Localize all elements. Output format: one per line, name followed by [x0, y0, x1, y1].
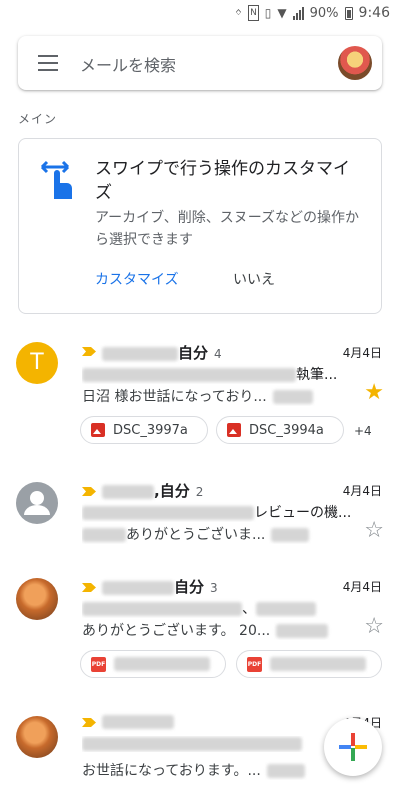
redacted-snippet	[272, 390, 313, 404]
person-icon	[24, 491, 50, 515]
image-icon	[227, 423, 241, 437]
redacted-subject	[82, 368, 296, 382]
email-snippet: ありがとうございます。 20...	[82, 620, 352, 640]
star-icon[interactable]: ★	[364, 382, 384, 404]
attachment-chip[interactable]: PDF	[80, 650, 226, 678]
redacted-snippet	[271, 528, 310, 542]
pdf-icon: PDF	[91, 656, 106, 672]
email-row[interactable]: ,自分 2 4月4日 レビューの機... ありがとうございま... ☆	[0, 478, 400, 558]
sender-line: 自分 4	[102, 342, 222, 363]
signal-icon	[292, 6, 304, 20]
redacted-snippet	[82, 528, 126, 542]
email-subject: 、	[82, 598, 352, 618]
swipe-gesture-icon	[40, 160, 72, 199]
email-snippet: ありがとうございま...	[82, 524, 352, 544]
email-row[interactable]: T 自分 4 4月4日 執筆... 日沼 様お世話になっており... ★ DSC_…	[0, 338, 400, 456]
status-icons: ᛜ N ▯ ▼ 90% 9:46	[235, 5, 390, 21]
sender-line	[102, 712, 174, 730]
redacted-sender	[102, 580, 174, 595]
redacted-sender	[102, 346, 178, 361]
clock: 9:46	[358, 5, 390, 21]
attachment-name: DSC_3994a	[249, 422, 324, 438]
wifi-icon: ▼	[277, 6, 287, 20]
snippet-text: お世話になっております。...	[82, 763, 261, 779]
star-outline-icon[interactable]: ☆	[364, 520, 384, 542]
importance-marker-icon[interactable]	[82, 347, 96, 356]
importance-marker-icon[interactable]	[82, 718, 96, 727]
redacted-snippet	[266, 764, 305, 778]
importance-marker-icon[interactable]	[82, 583, 96, 592]
redacted-subject	[82, 737, 302, 751]
thread-count: 4	[214, 347, 222, 361]
search-bar[interactable]: メールを検索	[18, 36, 382, 90]
sender-avatar[interactable]	[16, 716, 58, 758]
sender-name: ,自分	[154, 482, 190, 500]
redacted-sender	[102, 714, 174, 729]
battery-percent: 90%	[309, 5, 339, 21]
email-subject: レビューの機...	[82, 502, 352, 522]
redacted-subject	[82, 602, 242, 616]
email-date: 4月4日	[342, 346, 382, 360]
nfc-icon: N	[248, 5, 259, 21]
email-date: 4月4日	[342, 484, 382, 498]
email-row[interactable]: 自分 3 4月4日 、 ありがとうございます。 20... ☆ PDF PDF	[0, 574, 400, 684]
sender-name: 自分	[178, 344, 209, 362]
redacted-snippet	[276, 624, 329, 638]
attachment-chip[interactable]: PDF	[236, 650, 382, 678]
vibrate-icon: ▯	[264, 6, 272, 20]
thread-count: 2	[195, 485, 204, 499]
pdf-icon: PDF	[247, 656, 262, 672]
snippet-text: ありがとうございま...	[126, 527, 266, 543]
attachment-chip[interactable]: DSC_3994a	[216, 416, 344, 444]
attachment-chip[interactable]: DSC_3997a	[80, 416, 208, 444]
redacted-subject	[82, 506, 254, 520]
snippet-text: ありがとうございます。 20...	[82, 623, 271, 639]
sender-line: 自分 3	[102, 576, 218, 597]
importance-marker-icon[interactable]	[82, 487, 96, 496]
customize-button[interactable]: カスタマイズ	[95, 269, 179, 289]
sender-line: ,自分 2	[102, 480, 203, 501]
section-label: メイン	[18, 112, 58, 126]
email-date: 4月4日	[342, 580, 382, 594]
more-attachments[interactable]: +4	[354, 424, 372, 438]
redacted-attachment-name	[114, 657, 210, 671]
thread-count: 3	[210, 581, 218, 595]
attachment-name: DSC_3997a	[113, 422, 188, 438]
swipe-customize-card: スワイプで行う操作のカスタマイズ アーカイブ、削除、スヌーズなどの操作から選択で…	[18, 138, 382, 314]
subject-text: 、	[242, 601, 256, 617]
email-snippet: お世話になっております。...	[82, 760, 352, 780]
status-bar: ᛜ N ▯ ▼ 90% 9:46	[0, 0, 400, 28]
bluetooth-icon: ᛜ	[234, 6, 243, 20]
redacted-attachment-name	[270, 657, 366, 671]
sender-avatar[interactable]	[16, 578, 58, 620]
promo-title: スワイプで行う操作のカスタマイズ	[95, 159, 350, 203]
account-avatar[interactable]	[338, 46, 372, 80]
subject-text: 執筆...	[296, 367, 338, 383]
subject-text: レビューの機...	[254, 505, 352, 521]
compose-button[interactable]	[324, 718, 382, 776]
menu-icon[interactable]	[38, 55, 58, 71]
search-input[interactable]: メールを検索	[80, 52, 176, 76]
plus-icon	[339, 733, 367, 761]
email-subject	[82, 736, 352, 752]
sender-avatar[interactable]	[16, 482, 58, 524]
snippet-text: 日沼 様お世話になっており...	[82, 389, 267, 405]
sender-avatar[interactable]: T	[16, 342, 58, 384]
redacted-sender	[102, 484, 154, 499]
promo-body: アーカイブ、削除、スヌーズなどの操作から選択できます	[95, 210, 360, 248]
dismiss-button[interactable]: いいえ	[233, 269, 275, 289]
redacted-subject	[256, 602, 316, 616]
star-outline-icon[interactable]: ☆	[364, 616, 384, 638]
email-subject: 執筆...	[82, 364, 352, 384]
image-icon	[91, 423, 105, 437]
email-snippet: 日沼 様お世話になっており...	[82, 386, 352, 406]
sender-name: 自分	[174, 578, 205, 596]
battery-icon	[344, 6, 353, 20]
